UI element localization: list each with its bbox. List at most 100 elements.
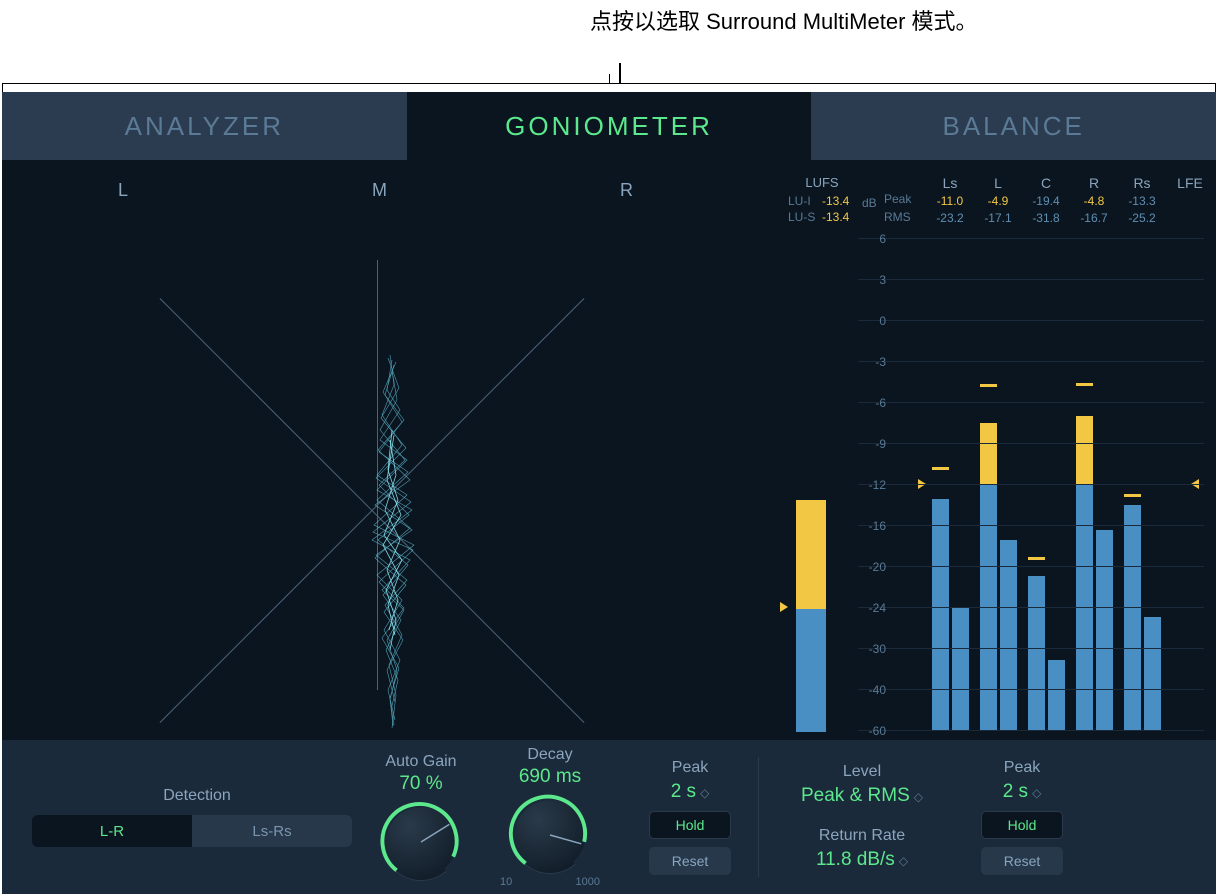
tab-analyzer[interactable]: ANALYZER [2, 92, 407, 160]
channel-values: -11.0-4.9-19.4-4.8-13.3 -23.2-17.1-31.8-… [926, 194, 1214, 228]
lufs-title: LUFS [788, 175, 856, 190]
peak-reset-button[interactable]: Reset [649, 847, 731, 875]
chevron-icon: ◇ [700, 786, 709, 800]
divider [758, 757, 759, 877]
multimeter-plugin: ANALYZER GONIOMETER BALANCE L M R [2, 92, 1216, 894]
main-display: L M R [2, 160, 1216, 740]
rms-label: RMS [884, 210, 911, 224]
rms-value: -23.2 [926, 211, 974, 225]
callout-line [619, 63, 621, 83]
tab-goniometer[interactable]: GONIOMETER [407, 92, 812, 160]
lui-value: -13.4 [822, 194, 849, 208]
chevron-icon: ◇ [1032, 786, 1041, 800]
gonio-mid-label: M [372, 180, 387, 201]
detection-lr-button[interactable]: L-R [32, 815, 192, 847]
rms-value: -16.7 [1070, 211, 1118, 225]
lui-label: LU-I [788, 194, 816, 208]
peak-hold-button[interactable]: Hold [649, 811, 731, 839]
peak-value: -19.4 [1022, 194, 1070, 208]
grid-line [858, 607, 1204, 608]
decay-max: 1000 [576, 876, 600, 888]
scale-tick: -24 [856, 601, 886, 615]
detection-lsrs-button[interactable]: Ls-Rs [192, 815, 352, 847]
detection-label: Detection [32, 787, 362, 805]
grid-line [858, 566, 1204, 567]
peak-label: Peak [884, 192, 911, 206]
peak-value: -4.8 [1070, 194, 1118, 208]
grid-line [858, 361, 1204, 362]
peak2-value[interactable]: 2 s◇ [972, 781, 1072, 803]
grid-line [858, 730, 1204, 731]
peak-value[interactable]: 2 s◇ [640, 781, 740, 803]
level-section: Level Peak & RMS◇ Return Rate 11.8 dB/s◇ [777, 763, 947, 871]
grid-line [858, 484, 1204, 485]
gonio-left-label: L [118, 180, 128, 201]
rms-value: -31.8 [1022, 211, 1070, 225]
channel-header-r: R [1070, 175, 1118, 191]
decay-knob[interactable] [511, 796, 589, 874]
detection-section: Detection L-R Ls-Rs [32, 787, 362, 847]
lufs-bar [796, 240, 826, 732]
grid-line [858, 279, 1204, 280]
peak-label: Peak [640, 759, 740, 777]
grid-line [858, 689, 1204, 690]
rms-value: -17.1 [974, 211, 1022, 225]
lufs-readout: LUFS LU-I -13.4 LU-S -13.4 [788, 175, 856, 226]
auto-gain-label: Auto Gain [382, 753, 460, 771]
detection-segmented: L-R Ls-Rs [32, 815, 352, 847]
peak-rms-labels: Peak RMS [884, 192, 911, 228]
auto-gain-section: Auto Gain 70 % [382, 753, 460, 881]
scale-tick: -30 [856, 642, 886, 656]
scale-tick: 0 [856, 314, 886, 328]
channel-header-l: L [974, 175, 1022, 191]
channel-header-lfe: LFE [1166, 175, 1214, 191]
grid-line [858, 648, 1204, 649]
tab-balance[interactable]: BALANCE [811, 92, 1216, 160]
meter-grid: 630-3-6-9-12-16-20-24-30-40-60 [778, 238, 1204, 732]
peak-value: -13.3 [1118, 194, 1166, 208]
decay-value[interactable]: 690 ms [500, 766, 600, 788]
mode-tabs: ANALYZER GONIOMETER BALANCE [2, 92, 1216, 160]
rms-value [1166, 211, 1214, 225]
controls-panel: Detection L-R Ls-Rs Auto Gain 70 % Decay… [2, 740, 1216, 894]
level-meters[interactable]: LUFS LU-I-13.4 LU-S-13.4 dB Peak RMS LsL… [776, 160, 1216, 740]
level-value[interactable]: Peak & RMS◇ [777, 785, 947, 807]
scale-tick: -16 [856, 519, 886, 533]
gonio-right-label: R [620, 180, 633, 201]
decay-min: 10 [500, 876, 512, 888]
peak2-reset-button[interactable]: Reset [981, 847, 1063, 875]
peak2-hold-button[interactable]: Hold [981, 811, 1063, 839]
level-label: Level [777, 763, 947, 781]
gonio-trace [322, 350, 462, 730]
peak-section: Peak 2 s◇ Hold Reset [640, 759, 740, 875]
scale-tick: 6 [856, 232, 886, 246]
scale-tick: -6 [856, 396, 886, 410]
grid-line [858, 443, 1204, 444]
auto-gain-value[interactable]: 70 % [382, 773, 460, 795]
peak-value [1166, 194, 1214, 208]
grid-line [858, 320, 1204, 321]
auto-gain-knob[interactable] [382, 803, 460, 881]
return-rate-value[interactable]: 11.8 dB/s◇ [777, 849, 947, 871]
peak2-label: Peak [972, 759, 1072, 777]
decay-section: Decay 690 ms 101000 [500, 746, 600, 888]
channel-header-c: C [1022, 175, 1070, 191]
annotation-text: 点按以选取 Surround MultiMeter 模式。 [590, 8, 978, 37]
peak-value: -11.0 [926, 194, 974, 208]
scale-tick: -20 [856, 560, 886, 574]
scale-tick: -12 [856, 478, 886, 492]
grid-line [858, 238, 1204, 239]
scale-tick: -40 [856, 683, 886, 697]
peak-value: -4.9 [974, 194, 1022, 208]
chevron-icon: ◇ [899, 854, 908, 868]
return-rate-label: Return Rate [777, 827, 947, 845]
lus-label: LU-S [788, 210, 816, 224]
lus-value: -13.4 [822, 210, 849, 224]
scale-tick: -3 [856, 355, 886, 369]
grid-line [858, 525, 1204, 526]
channel-header-rs: Rs [1118, 175, 1166, 191]
rms-value: -25.2 [1118, 211, 1166, 225]
channel-header-ls: Ls [926, 175, 974, 191]
goniometer-display[interactable]: L M R [2, 160, 776, 740]
scale-tick: -60 [856, 724, 886, 738]
